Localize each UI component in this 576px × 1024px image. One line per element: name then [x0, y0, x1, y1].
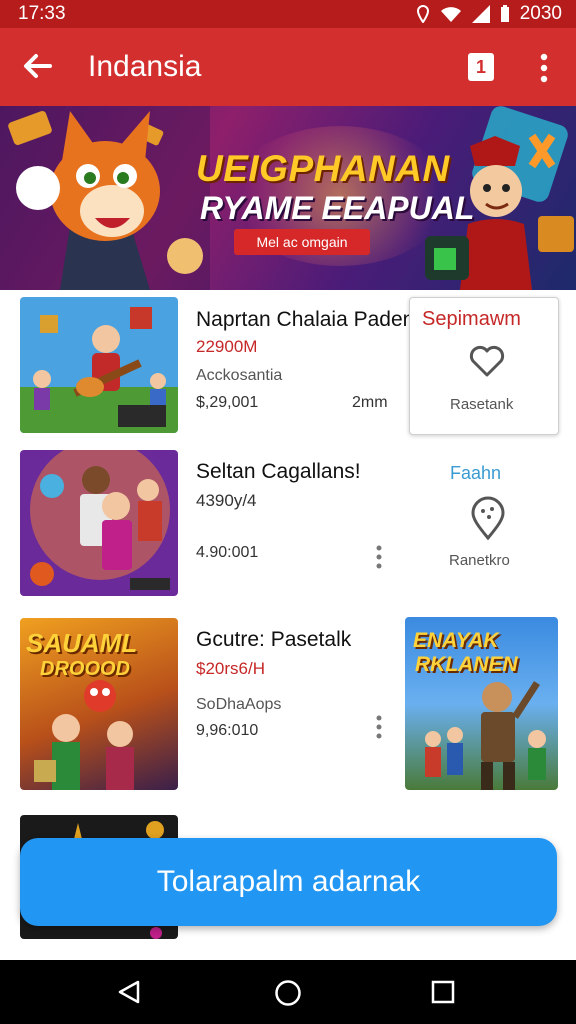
favorite-card-label: Sepimawm: [422, 308, 521, 330]
banner-cta-pill[interactable]: Mel ac omgain: [234, 229, 370, 255]
item-subtitle: Acckosantia: [196, 367, 283, 384]
item-subtitle: SoDhaAops: [196, 696, 282, 713]
item-number: 9,96:010: [196, 722, 259, 739]
favorite-card-sub: Rasetank: [450, 396, 514, 413]
location-label: Faahn: [450, 463, 502, 483]
app-bar: Indansia 1: [0, 28, 576, 106]
item-more-icon[interactable]: [375, 714, 383, 740]
item-meta: 2mm: [352, 394, 388, 411]
battery-icon: [500, 5, 509, 22]
wifi-icon: [440, 7, 461, 22]
fox-mascot-illustration: [0, 106, 210, 290]
favorite-card[interactable]: Sepimawm Rasetank: [409, 297, 559, 435]
back-arrow-icon[interactable]: [20, 48, 56, 84]
item-number: $,29,001: [196, 394, 259, 411]
adventure-scene-illustration: [425, 681, 546, 790]
cartoon-characters-illustration: [34, 680, 134, 790]
thumb-text-1: SAUAML: [26, 628, 138, 658]
battery-value: 2030: [519, 3, 562, 24]
game-thumbnail-cartoon: SAUAML DROOOD: [20, 618, 178, 790]
item-number: 4.90:001: [196, 544, 259, 561]
system-nav-bar: [0, 960, 576, 1024]
item-title: Gcutre: Pasetalk: [196, 628, 352, 651]
banner-headline: UEIGPHANAN: [196, 148, 450, 189]
location-icon: [416, 5, 429, 23]
back-nav-icon[interactable]: [116, 979, 142, 1005]
location-pin-icon[interactable]: [470, 496, 506, 540]
signal-icon: [471, 5, 490, 23]
poster-text-1: ENAYAK: [413, 629, 499, 652]
item-more-icon[interactable]: [375, 544, 383, 570]
status-time: 17:33: [18, 3, 66, 24]
poster-text-2: RKLANEN: [415, 653, 518, 676]
promo-banner[interactable]: UEIGPHANAN RYAME EEAPUAL Mel ac omgain: [0, 106, 576, 290]
game-thumbnail-characters: [20, 450, 178, 596]
item-price: 22900M: [196, 337, 258, 356]
page-title: Indansia: [88, 50, 202, 83]
status-bar: 17:33 2030: [0, 0, 576, 28]
promo-poster[interactable]: ENAYAK RKLANEN: [405, 617, 558, 790]
game-thumbnail-guitar: [20, 297, 178, 433]
action-badge-button[interactable]: 1: [468, 53, 494, 81]
adventurer-character-illustration: [425, 106, 574, 290]
item-price: 4390y/4: [196, 491, 257, 510]
home-nav-icon[interactable]: [274, 979, 302, 1007]
item-title: Naprtan Chalaia Padenc: [196, 308, 425, 331]
overflow-menu-icon[interactable]: [536, 50, 552, 86]
heart-icon[interactable]: [468, 342, 506, 380]
item-title: Seltan Cagallans!: [196, 460, 361, 483]
location-sub: Ranetkro: [449, 552, 510, 569]
primary-cta-button[interactable]: Tolarapalm adarnak: [20, 838, 557, 926]
item-price: $20rs6/H: [196, 659, 265, 678]
recents-nav-icon[interactable]: [431, 980, 455, 1004]
